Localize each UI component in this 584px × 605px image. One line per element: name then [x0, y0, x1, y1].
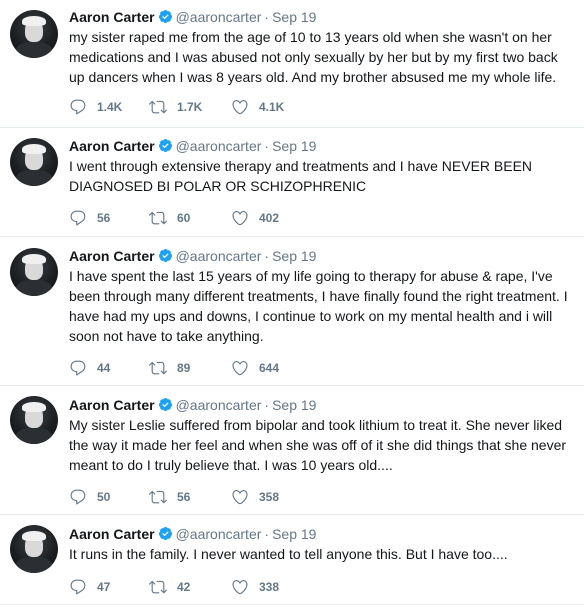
- avatar[interactable]: [10, 525, 58, 573]
- like-button[interactable]: 402: [231, 208, 279, 228]
- tweet-text: I have spent the last 15 years of my lif…: [69, 268, 568, 344]
- reply-button[interactable]: 44: [69, 358, 110, 378]
- author-name[interactable]: Aaron Carter: [69, 526, 155, 542]
- verified-badge-icon: [158, 138, 172, 153]
- retweet-icon: [149, 490, 167, 504]
- reply-button[interactable]: 50: [69, 487, 110, 507]
- reply-count: 1.4K: [97, 100, 123, 114]
- separator: ·: [264, 138, 270, 154]
- reply-count: 44: [97, 361, 111, 375]
- verified-badge-icon: [158, 9, 172, 24]
- tweet-date[interactable]: Sep 19: [272, 248, 316, 264]
- like-icon: [232, 211, 248, 226]
- reply-count: 50: [97, 490, 111, 504]
- avatar[interactable]: [10, 138, 58, 186]
- avatar[interactable]: [10, 396, 58, 444]
- reply-button[interactable]: 47: [69, 577, 110, 597]
- like-button[interactable]: 338: [231, 577, 279, 597]
- retweet-icon: [149, 100, 167, 114]
- author-name[interactable]: Aaron Carter: [69, 138, 155, 154]
- reply-button[interactable]: 1.4K: [69, 97, 122, 117]
- reply-icon: [70, 210, 86, 226]
- tweet-date[interactable]: Sep 19: [272, 397, 316, 413]
- tweet[interactable]: Aaron Carter @aaroncarter · Sep 19 I went t…: [0, 128, 584, 237]
- tweet-date[interactable]: Sep 19: [272, 9, 316, 25]
- tweet[interactable]: Aaron Carter @aaroncarter · Sep 19 I have s…: [0, 237, 584, 386]
- author-name[interactable]: Aaron Carter: [69, 9, 155, 25]
- reply-icon: [70, 579, 86, 595]
- tweet-date[interactable]: Sep 19: [272, 526, 316, 542]
- retweet-icon: [149, 361, 167, 375]
- retweet-count: 56: [177, 490, 191, 504]
- tweet-date[interactable]: Sep 19: [272, 138, 316, 154]
- like-icon: [232, 100, 248, 115]
- like-count: 338: [259, 580, 280, 594]
- separator: ·: [264, 9, 270, 25]
- like-icon: [232, 490, 248, 505]
- tweet[interactable]: Aaron Carter @aaroncarter · Sep 19 My siste…: [0, 386, 584, 515]
- author-handle[interactable]: @aaroncarter: [176, 397, 262, 413]
- retweet-button[interactable]: 89: [149, 358, 190, 378]
- author-handle[interactable]: @aaroncarter: [176, 138, 262, 154]
- retweet-count: 1.7K: [177, 100, 203, 114]
- retweet-button[interactable]: 56: [149, 487, 190, 507]
- author-handle[interactable]: @aaroncarter: [176, 526, 262, 542]
- like-button[interactable]: 4.1K: [231, 97, 284, 117]
- separator: ·: [264, 248, 270, 264]
- reply-count: 56: [97, 211, 111, 225]
- avatar[interactable]: [10, 248, 58, 296]
- tweet-text: My sister Leslie suffered from bipolar a…: [69, 417, 567, 473]
- reply-icon: [70, 489, 86, 505]
- separator: ·: [264, 526, 270, 542]
- verified-badge-icon: [158, 248, 172, 263]
- separator: ·: [264, 397, 270, 413]
- retweet-count: 60: [177, 211, 191, 225]
- author-handle[interactable]: @aaroncarter: [176, 9, 262, 25]
- reply-icon: [70, 360, 86, 376]
- author-name[interactable]: Aaron Carter: [69, 397, 155, 413]
- tweet-text: It runs in the family. I never wanted to…: [69, 546, 508, 562]
- reply-count: 47: [97, 580, 111, 594]
- like-icon: [232, 580, 248, 595]
- retweet-icon: [149, 580, 167, 594]
- like-icon: [232, 361, 248, 376]
- retweet-button[interactable]: 60: [149, 208, 190, 228]
- retweet-icon: [149, 211, 167, 225]
- tweet[interactable]: Aaron Carter @aaroncarter · Sep 19 It runs …: [0, 515, 584, 605]
- like-button[interactable]: 644: [231, 358, 279, 378]
- retweet-count: 42: [177, 580, 191, 594]
- like-count: 358: [259, 490, 280, 504]
- tweet-text: my sister raped me from the age of 10 to…: [69, 29, 558, 85]
- avatar[interactable]: [10, 10, 58, 58]
- retweet-count: 89: [177, 361, 191, 375]
- reply-icon: [70, 99, 86, 115]
- reply-button[interactable]: 56: [69, 208, 110, 228]
- like-button[interactable]: 358: [231, 487, 279, 507]
- like-count: 644: [259, 361, 280, 375]
- retweet-button[interactable]: 42: [149, 577, 190, 597]
- like-count: 402: [259, 211, 280, 225]
- like-count: 4.1K: [259, 100, 285, 114]
- author-handle[interactable]: @aaroncarter: [176, 248, 262, 264]
- tweet-text: I went through extensive therapy and tre…: [69, 158, 533, 194]
- verified-badge-icon: [158, 397, 172, 412]
- tweet[interactable]: Aaron Carter @aaroncarter · Sep 19 my siste…: [0, 0, 584, 128]
- retweet-button[interactable]: 1.7K: [149, 97, 202, 117]
- author-name[interactable]: Aaron Carter: [69, 248, 155, 264]
- verified-badge-icon: [158, 526, 172, 541]
